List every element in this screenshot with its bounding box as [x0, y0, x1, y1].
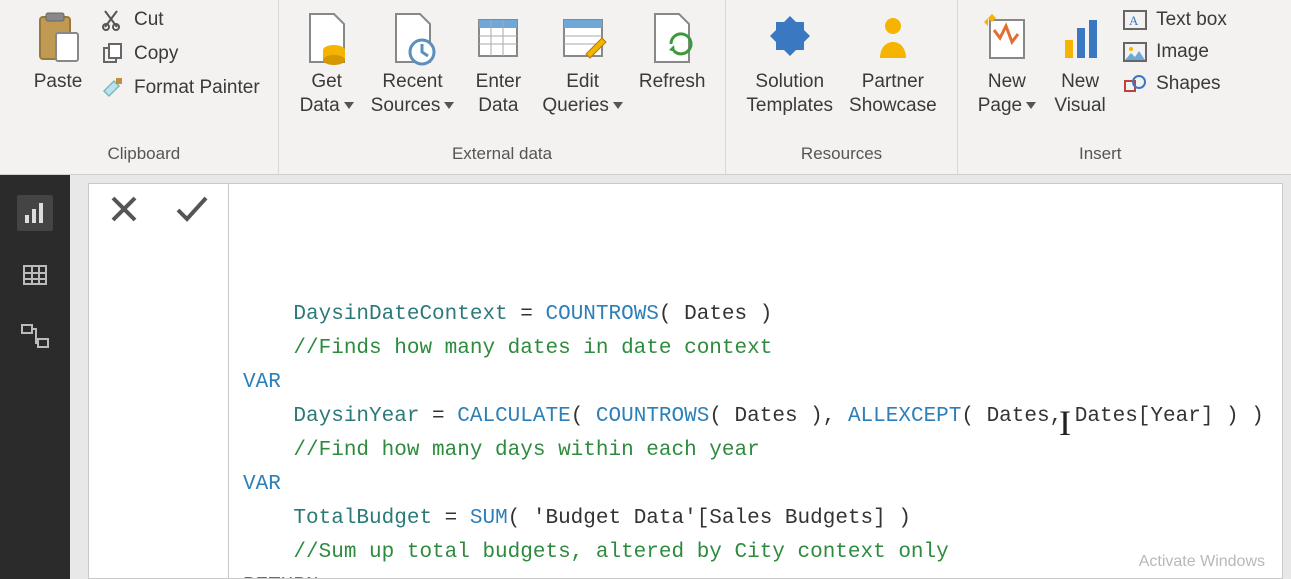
format-painter-label: Format Painter — [134, 77, 260, 99]
refresh-button[interactable]: Refresh — [631, 2, 714, 94]
nav-data-view[interactable] — [17, 257, 53, 293]
formula-commit-button[interactable] — [175, 194, 209, 233]
ribbon-group-clipboard: Paste Cut Copy — [10, 0, 279, 174]
partner-showcase-label: PartnerShowcase — [849, 70, 937, 118]
copy-button[interactable]: Copy — [100, 42, 260, 66]
ribbon-group-resources: SolutionTemplates PartnerShowcase Resour… — [726, 0, 957, 174]
text-cursor-icon: I — [1059, 394, 1061, 424]
formula-editor[interactable]: I DaysinDateContext = COUNTROWS( Dates )… — [229, 184, 1282, 578]
new-visual-icon — [1052, 8, 1108, 68]
shapes-label: Shapes — [1156, 73, 1220, 95]
chevron-down-icon — [613, 102, 623, 109]
formula-line: VAR — [243, 468, 1268, 502]
new-page-label: NewPage — [978, 70, 1036, 118]
formula-line: RETURN — [243, 570, 1268, 578]
refresh-label: Refresh — [639, 70, 706, 94]
new-page-button[interactable]: NewPage — [970, 2, 1044, 118]
cut-label: Cut — [134, 9, 164, 31]
ribbon-group-label-resources: Resources — [738, 140, 944, 170]
check-icon — [175, 194, 209, 224]
cut-icon — [100, 8, 126, 32]
nav-model-view[interactable] — [17, 319, 53, 355]
get-data-button[interactable]: GetData — [291, 2, 363, 118]
relationship-icon — [20, 323, 50, 351]
ribbon: Paste Cut Copy — [0, 0, 1291, 175]
text-box-button[interactable]: A Text box — [1122, 8, 1227, 32]
workspace: Com I DaysinDateContext = COUNTROWS( Dat… — [0, 175, 1291, 579]
activate-windows-watermark: Activate Windows — [1139, 553, 1265, 571]
shapes-button[interactable]: Shapes — [1122, 72, 1227, 96]
left-nav — [0, 175, 70, 579]
recent-sources-button[interactable]: RecentSources — [363, 2, 463, 118]
new-visual-label: NewVisual — [1054, 70, 1105, 118]
ribbon-group-label-external-data: External data — [291, 140, 714, 170]
get-data-label: GetData — [300, 70, 354, 118]
enter-data-label: EnterData — [476, 70, 521, 118]
ribbon-group-label-insert: Insert — [970, 140, 1231, 170]
formula-line: //Finds how many dates in date context — [243, 332, 1268, 366]
cut-button[interactable]: Cut — [100, 8, 260, 32]
ribbon-group-external-data: GetData RecentSources EnterData EditQuer… — [279, 0, 727, 174]
formula-line: VAR — [243, 366, 1268, 400]
paste-button[interactable]: Paste — [22, 2, 94, 94]
solution-templates-icon — [762, 8, 818, 68]
copy-label: Copy — [134, 43, 178, 65]
solution-templates-label: SolutionTemplates — [746, 70, 833, 118]
new-page-icon — [979, 8, 1035, 68]
new-visual-button[interactable]: NewVisual — [1044, 2, 1116, 118]
recent-sources-label: RecentSources — [371, 70, 455, 118]
chevron-down-icon — [1026, 102, 1036, 109]
format-painter-button[interactable]: Format Painter — [100, 76, 260, 100]
enter-data-button[interactable]: EnterData — [462, 2, 534, 118]
format-painter-icon — [100, 76, 126, 100]
text-box-label: Text box — [1156, 9, 1227, 31]
formula-cancel-button[interactable] — [109, 194, 139, 233]
recent-sources-icon — [385, 8, 441, 68]
chevron-down-icon — [444, 102, 454, 109]
paste-label: Paste — [34, 70, 83, 94]
chevron-down-icon — [344, 102, 354, 109]
close-icon — [109, 194, 139, 224]
formula-line: //Sum up total budgets, altered by City … — [243, 536, 1268, 570]
edit-queries-label: EditQueries — [542, 70, 623, 118]
edit-queries-icon — [555, 8, 611, 68]
solution-templates-button[interactable]: SolutionTemplates — [738, 2, 841, 118]
formula-line: TotalBudget = SUM( 'Budget Data'[Sales B… — [243, 502, 1268, 536]
paste-icon — [30, 8, 86, 68]
partner-showcase-button[interactable]: PartnerShowcase — [841, 2, 945, 118]
formula-line: //Find how many days within each year — [243, 434, 1268, 468]
nav-report-view[interactable] — [17, 195, 53, 231]
text-box-icon: A — [1122, 8, 1148, 32]
ribbon-group-insert: NewPage NewVisual A Text box — [958, 0, 1243, 174]
image-icon — [1122, 40, 1148, 64]
formula-line: DaysinDateContext = COUNTROWS( Dates ) — [243, 298, 1268, 332]
edit-queries-button[interactable]: EditQueries — [534, 2, 631, 118]
copy-icon — [100, 42, 126, 66]
get-data-icon — [299, 8, 355, 68]
svg-text:A: A — [1129, 13, 1139, 28]
formula-line: DaysinYear = CALCULATE( COUNTROWS( Dates… — [243, 400, 1268, 434]
table-icon — [21, 261, 49, 289]
partner-showcase-icon — [865, 8, 921, 68]
ribbon-group-label-clipboard: Clipboard — [22, 140, 266, 170]
image-button[interactable]: Image — [1122, 40, 1227, 64]
enter-data-icon — [470, 8, 526, 68]
image-label: Image — [1156, 41, 1209, 63]
shapes-icon — [1122, 72, 1148, 96]
bar-chart-icon — [21, 199, 49, 227]
canvas-area: Com I DaysinDateContext = COUNTROWS( Dat… — [70, 175, 1291, 579]
refresh-icon — [644, 8, 700, 68]
formula-bar: I DaysinDateContext = COUNTROWS( Dates )… — [88, 183, 1283, 579]
